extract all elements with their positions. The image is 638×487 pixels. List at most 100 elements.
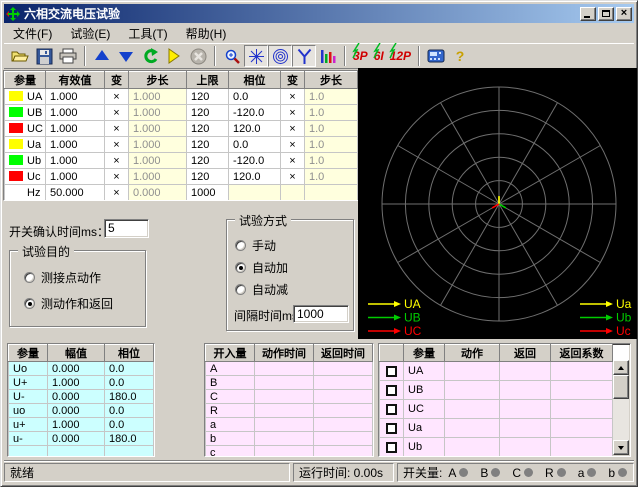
checkbox-cell[interactable] [380, 419, 404, 438]
radio-contact-action[interactable]: 测接点动作 [24, 269, 101, 286]
maximize-button[interactable] [598, 7, 614, 21]
table-cell[interactable]: 120 [187, 169, 229, 185]
bolt-icon [351, 43, 361, 59]
polar-view-button[interactable] [268, 45, 292, 67]
checkbox-cell[interactable] [380, 400, 404, 419]
table-cell[interactable]: 1.000 [129, 169, 187, 185]
table-cell[interactable]: × [281, 105, 305, 121]
table-cell[interactable]: 1.000 [46, 169, 105, 185]
table-cell [314, 446, 373, 458]
table-cell[interactable]: 1.000 [46, 105, 105, 121]
table-cell[interactable]: 1.000 [129, 137, 187, 153]
stop-button[interactable] [186, 45, 210, 67]
reset-button[interactable] [138, 45, 162, 67]
table-cell[interactable]: 120 [187, 89, 229, 105]
table-cell[interactable]: 1.0 [305, 153, 358, 169]
table-cell[interactable] [229, 185, 281, 201]
table-cell[interactable] [281, 185, 305, 201]
checkbox-cell[interactable] [380, 381, 404, 400]
scrollbar-up-button[interactable] [613, 360, 629, 375]
table-cell[interactable]: 120 [187, 105, 229, 121]
print-button[interactable] [56, 45, 80, 67]
interval-input[interactable]: 1000 [293, 305, 349, 323]
table-cell[interactable]: 1.0 [305, 169, 358, 185]
table-cell[interactable]: 120.0 [229, 169, 281, 185]
radio-action-return[interactable]: 测动作和返回 [24, 295, 113, 312]
minimize-button[interactable] [580, 7, 596, 21]
checkbox-cell[interactable] [380, 362, 404, 381]
table-cell[interactable]: 1.000 [129, 121, 187, 137]
scrollbar-thumb[interactable] [613, 375, 629, 399]
open-button[interactable] [8, 45, 32, 67]
help-button[interactable]: ? [448, 45, 472, 67]
table-cell[interactable]: × [281, 169, 305, 185]
table-cell[interactable]: × [105, 169, 129, 185]
table-cell[interactable]: 50.000 [46, 185, 105, 201]
6i-button[interactable]: 6I [371, 45, 387, 67]
3p-button[interactable]: 3P [350, 45, 371, 67]
table-cell[interactable]: 120 [187, 153, 229, 169]
result-checkbox[interactable] [386, 423, 397, 434]
keypad-button[interactable] [424, 45, 448, 67]
menu-file[interactable]: 文件(F) [4, 24, 61, 43]
table-cell[interactable]: 1.0 [305, 137, 358, 153]
table-cell[interactable]: 1.0 [305, 89, 358, 105]
radio-auto-decrease[interactable]: 自动减 [235, 281, 288, 298]
radio-manual[interactable]: 手动 [235, 237, 276, 254]
table-cell[interactable]: × [281, 137, 305, 153]
table-cell[interactable]: × [105, 185, 129, 201]
table-cell[interactable]: 1.000 [129, 89, 187, 105]
table-cell[interactable]: × [281, 121, 305, 137]
y-connection-icon [296, 48, 313, 65]
table-cell[interactable]: 120.0 [229, 121, 281, 137]
checkbox-cell[interactable] [380, 457, 404, 458]
step-up-button[interactable] [90, 45, 114, 67]
table-cell[interactable]: 1000 [187, 185, 229, 201]
bar-chart-button[interactable] [316, 45, 340, 67]
table-cell[interactable]: × [281, 89, 305, 105]
table-cell[interactable]: 1.000 [46, 153, 105, 169]
zoom-button[interactable] [220, 45, 244, 67]
table-cell[interactable]: 0.000 [129, 185, 187, 201]
table-cell[interactable] [305, 185, 358, 201]
menu-tools[interactable]: 工具(T) [119, 24, 176, 43]
table-cell [255, 446, 314, 458]
radio-auto-increase[interactable]: 自动加 [235, 259, 288, 276]
switch-confirm-input[interactable]: 5 [104, 219, 149, 238]
table-cell[interactable]: 1.000 [129, 153, 187, 169]
table-cell[interactable]: -120.0 [229, 153, 281, 169]
start-button[interactable] [162, 45, 186, 67]
table-cell[interactable]: -120.0 [229, 105, 281, 121]
table-cell[interactable]: × [105, 89, 129, 105]
table-cell[interactable]: 1.0 [305, 105, 358, 121]
table-cell[interactable]: 1.000 [129, 105, 187, 121]
table-cell[interactable]: 1.0 [305, 121, 358, 137]
result-checkbox[interactable] [386, 385, 397, 396]
table-cell[interactable]: 0.0 [229, 137, 281, 153]
12p-button[interactable]: 12P [387, 45, 414, 67]
table-cell[interactable]: × [105, 153, 129, 169]
result-checkbox[interactable] [386, 404, 397, 415]
table-cell[interactable]: 120 [187, 121, 229, 137]
table-cell[interactable]: 1.000 [46, 121, 105, 137]
table-cell[interactable]: 120 [187, 137, 229, 153]
menu-help[interactable]: 帮助(H) [177, 24, 236, 43]
table-cell[interactable]: × [105, 105, 129, 121]
rays-view-button[interactable] [244, 45, 268, 67]
result-checkbox[interactable] [386, 442, 397, 453]
scrollbar-down-button[interactable] [613, 440, 629, 455]
checkbox-cell[interactable] [380, 438, 404, 457]
close-button[interactable]: × [616, 7, 632, 21]
table-cell[interactable]: 0.0 [229, 89, 281, 105]
table-cell[interactable]: 1.000 [46, 89, 105, 105]
result-checkbox[interactable] [386, 366, 397, 377]
table-cell[interactable]: 1.000 [46, 137, 105, 153]
table-cell[interactable]: × [105, 137, 129, 153]
save-button[interactable] [32, 45, 56, 67]
table-cell[interactable]: × [281, 153, 305, 169]
menu-test[interactable]: 试验(E) [61, 24, 119, 43]
table-cell[interactable]: × [105, 121, 129, 137]
result-table-scrollbar[interactable] [613, 360, 629, 455]
step-down-button[interactable] [114, 45, 138, 67]
y-connection-button[interactable] [292, 45, 316, 67]
